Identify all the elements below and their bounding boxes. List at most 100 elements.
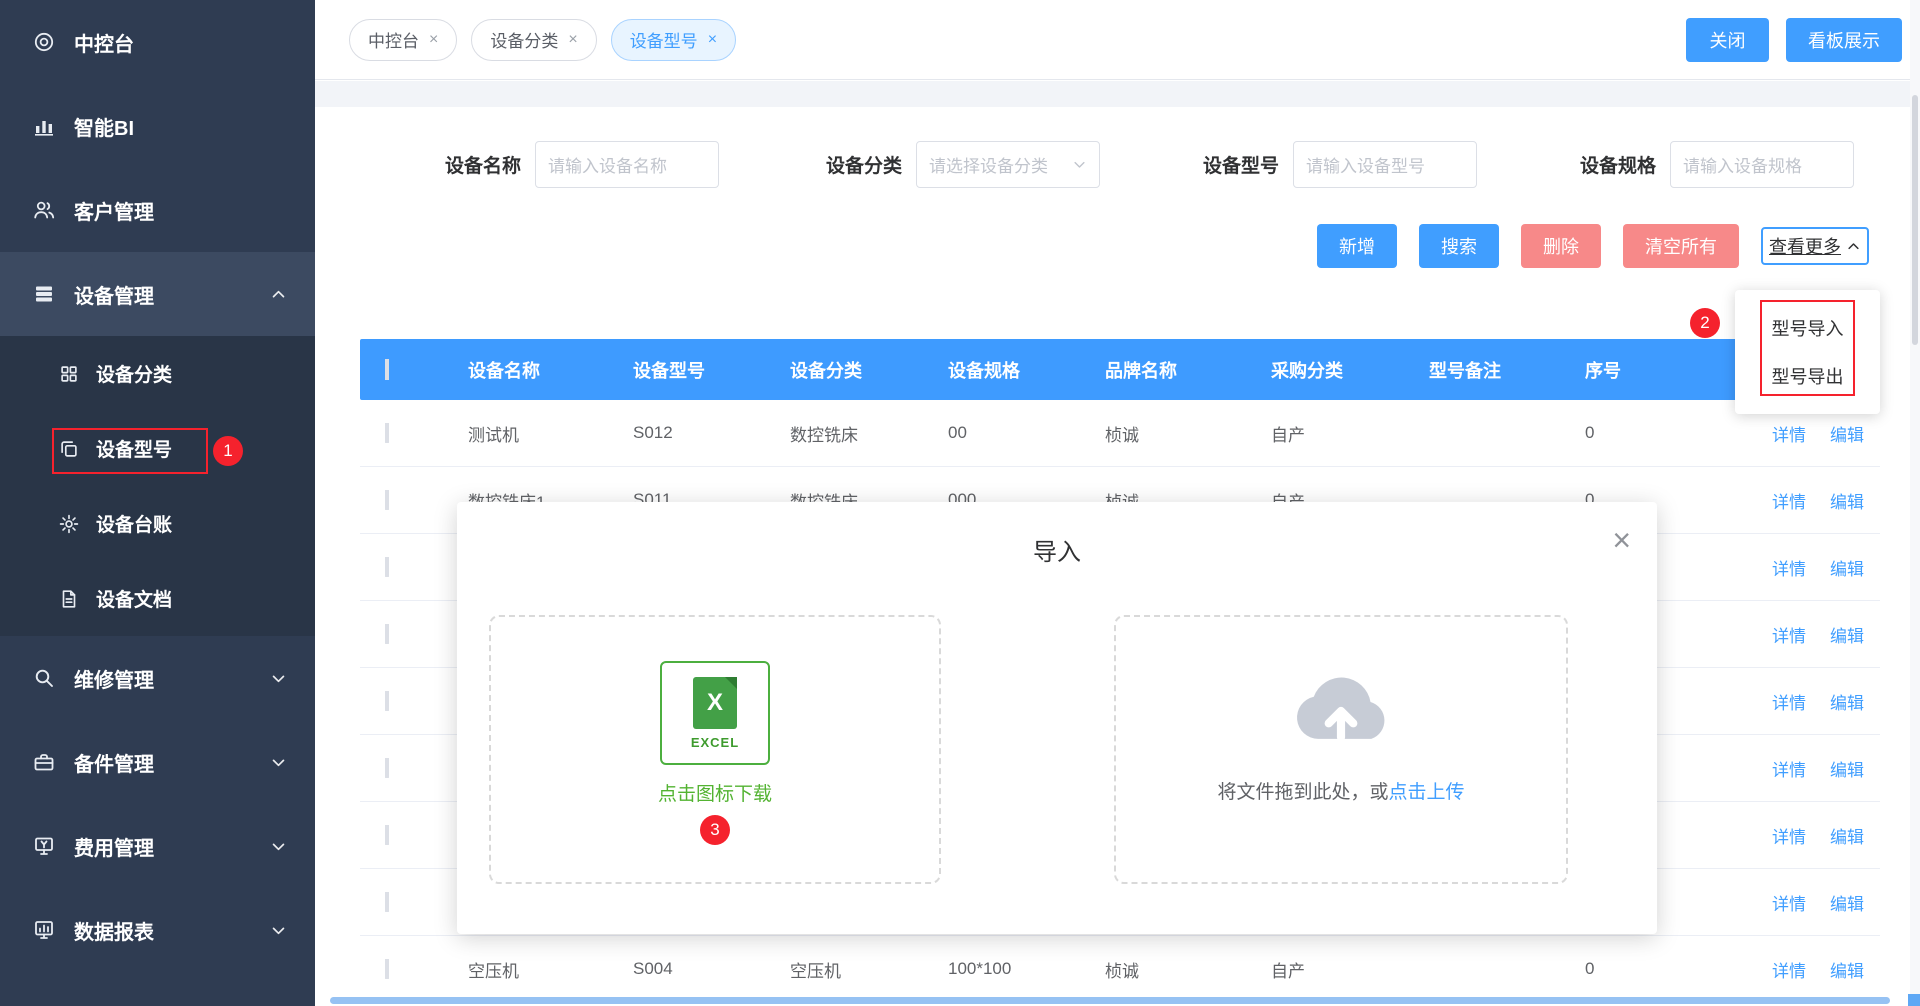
- tab-close-icon[interactable]: ×: [568, 31, 577, 49]
- close-button[interactable]: 关闭: [1686, 18, 1769, 62]
- filter-label: 设备型号: [1203, 151, 1279, 178]
- chevron-up-icon: [270, 286, 287, 303]
- action-toolbar: 新增 搜索 删除 清空所有 查看更多: [1317, 224, 1869, 268]
- device-spec-input[interactable]: 请输入设备规格: [1670, 141, 1854, 188]
- table-cell: 空压机: [450, 957, 615, 982]
- detail-link[interactable]: 详情: [1772, 555, 1806, 580]
- edit-link[interactable]: 编辑: [1830, 890, 1864, 915]
- sidebar-item-device-model[interactable]: 设备型号: [0, 411, 315, 486]
- device-category-select[interactable]: 请选择设备分类: [916, 141, 1100, 188]
- tab-bar: 中控台× 设备分类× 设备型号 × 关闭 看板展示: [315, 0, 1920, 80]
- row-checkbox[interactable]: [385, 959, 389, 979]
- row-checkbox[interactable]: [385, 758, 389, 778]
- detail-link[interactable]: 详情: [1772, 488, 1806, 513]
- tabs-container: 中控台× 设备分类× 设备型号 ×: [349, 19, 736, 61]
- sidebar-item-label: 客户管理: [74, 196, 154, 225]
- edit-link[interactable]: 编辑: [1830, 555, 1864, 580]
- menu-item-model-export[interactable]: 型号导出: [1735, 352, 1880, 400]
- sidebar-item-label: 数据报表: [74, 916, 154, 945]
- edit-link[interactable]: 编辑: [1830, 689, 1864, 714]
- edit-link[interactable]: 编辑: [1830, 823, 1864, 848]
- table-cell: S012: [615, 423, 772, 443]
- delete-button[interactable]: 删除: [1521, 224, 1601, 268]
- row-checkbox[interactable]: [385, 892, 389, 912]
- step-badge-1: 1: [213, 436, 243, 466]
- row-checkbox[interactable]: [385, 624, 389, 644]
- close-icon[interactable]: ×: [1612, 524, 1631, 556]
- scrollbar-corner: [1908, 994, 1920, 1006]
- upload-hint: 将文件拖到此处，或点击上传: [1116, 777, 1566, 804]
- modal-title: 导入: [457, 502, 1657, 567]
- sidebar-item-console[interactable]: 中控台: [0, 0, 315, 84]
- detail-link[interactable]: 详情: [1772, 756, 1806, 781]
- column-header: 品牌名称: [1087, 357, 1253, 383]
- sidebar-item-spares[interactable]: 备件管理: [0, 720, 315, 804]
- sidebar-item-bi[interactable]: 智能BI: [0, 84, 315, 168]
- detail-link[interactable]: 详情: [1772, 957, 1806, 982]
- detail-link[interactable]: 详情: [1772, 689, 1806, 714]
- edit-link[interactable]: 编辑: [1830, 488, 1864, 513]
- clear-all-button[interactable]: 清空所有: [1623, 224, 1739, 268]
- tab-device-model[interactable]: 设备型号 ×: [611, 19, 736, 61]
- edit-link[interactable]: 编辑: [1830, 957, 1864, 982]
- select-all-checkbox[interactable]: [385, 359, 389, 380]
- sidebar-item-devices[interactable]: 设备管理: [0, 252, 315, 336]
- tab-device-category[interactable]: 设备分类×: [471, 19, 596, 61]
- edit-link[interactable]: 编辑: [1830, 421, 1864, 446]
- sidebar-item-device-ledger[interactable]: 设备台账: [0, 486, 315, 561]
- add-button[interactable]: 新增: [1317, 224, 1397, 268]
- board-display-button[interactable]: 看板展示: [1786, 18, 1902, 62]
- sidebar-item-label: 设备文档: [96, 585, 172, 612]
- sidebar-item-expense[interactable]: 费用管理: [0, 804, 315, 888]
- tab-close-icon[interactable]: ×: [429, 31, 438, 49]
- filter-group-device-spec: 设备规格请输入设备规格: [1580, 141, 1854, 188]
- row-checkbox[interactable]: [385, 423, 389, 443]
- sidebar-item-label: 备件管理: [74, 748, 154, 777]
- table-cell: 测试机: [450, 421, 615, 446]
- sidebar-item-label: 设备台账: [96, 510, 172, 537]
- view-more-link[interactable]: 查看更多: [1761, 227, 1869, 265]
- device-name-input[interactable]: 请输入设备名称: [535, 141, 719, 188]
- vertical-scrollbar[interactable]: [1910, 0, 1920, 1006]
- drop-hint-text: 将文件拖到此处，或: [1217, 782, 1388, 803]
- sidebar-nav: 中控台智能BI 客户管理设备管理设备分类设备型号设备台账设备文档维修管理备件管理费…: [0, 0, 315, 972]
- row-checkbox[interactable]: [385, 490, 389, 510]
- sidebar-item-reports[interactable]: 数据报表: [0, 888, 315, 972]
- filter-group-device-model: 设备型号请输入设备型号: [1203, 141, 1477, 188]
- upload-link[interactable]: 点击上传: [1389, 782, 1465, 803]
- detail-link[interactable]: 详情: [1772, 421, 1806, 446]
- table-row: 测试机S012数控铣床00桢诚自产0详情编辑: [360, 400, 1880, 467]
- sidebar-item-device-docs[interactable]: 设备文档: [0, 561, 315, 636]
- sidebar-submenu: 设备分类设备型号设备台账设备文档: [0, 336, 315, 636]
- filter-label: 设备分类: [826, 151, 902, 178]
- detail-link[interactable]: 详情: [1772, 890, 1806, 915]
- row-checkbox[interactable]: [385, 557, 389, 577]
- vertical-scrollbar-thumb[interactable]: [1912, 95, 1918, 345]
- sidebar-item-repair[interactable]: 维修管理: [0, 636, 315, 720]
- detail-link[interactable]: 详情: [1772, 823, 1806, 848]
- sidebar-item-customers[interactable]: 客户管理: [0, 168, 315, 252]
- search-button[interactable]: 搜索: [1419, 224, 1499, 268]
- table-cell: 数控铣床: [772, 421, 930, 446]
- edit-link[interactable]: 编辑: [1830, 756, 1864, 781]
- tab-console[interactable]: 中控台×: [349, 19, 457, 61]
- menu-item-model-import[interactable]: 型号导入: [1735, 304, 1880, 352]
- edit-link[interactable]: 编辑: [1830, 622, 1864, 647]
- table-cell: 0: [1567, 959, 1752, 979]
- upload-drop-area[interactable]: 将文件拖到此处，或点击上传: [1114, 615, 1568, 884]
- detail-link[interactable]: 详情: [1772, 622, 1806, 647]
- tab-label: 设备型号: [630, 27, 698, 52]
- download-template-link[interactable]: 点击图标下载: [491, 779, 939, 806]
- horizontal-scrollbar-thumb[interactable]: [330, 997, 1890, 1004]
- chevron-down-icon: [270, 754, 287, 771]
- row-checkbox[interactable]: [385, 691, 389, 711]
- sidebar-item-device-category[interactable]: 设备分类: [0, 336, 315, 411]
- model-icon: [58, 438, 80, 460]
- table-cell: 桢诚: [1087, 957, 1253, 982]
- device-model-input[interactable]: 请输入设备型号: [1293, 141, 1477, 188]
- excel-icon[interactable]: X EXCEL: [660, 661, 770, 765]
- table-cell: 桢诚: [1087, 421, 1253, 446]
- tab-close-icon[interactable]: ×: [708, 31, 717, 49]
- row-checkbox[interactable]: [385, 825, 389, 845]
- chevron-down-icon: [270, 922, 287, 939]
